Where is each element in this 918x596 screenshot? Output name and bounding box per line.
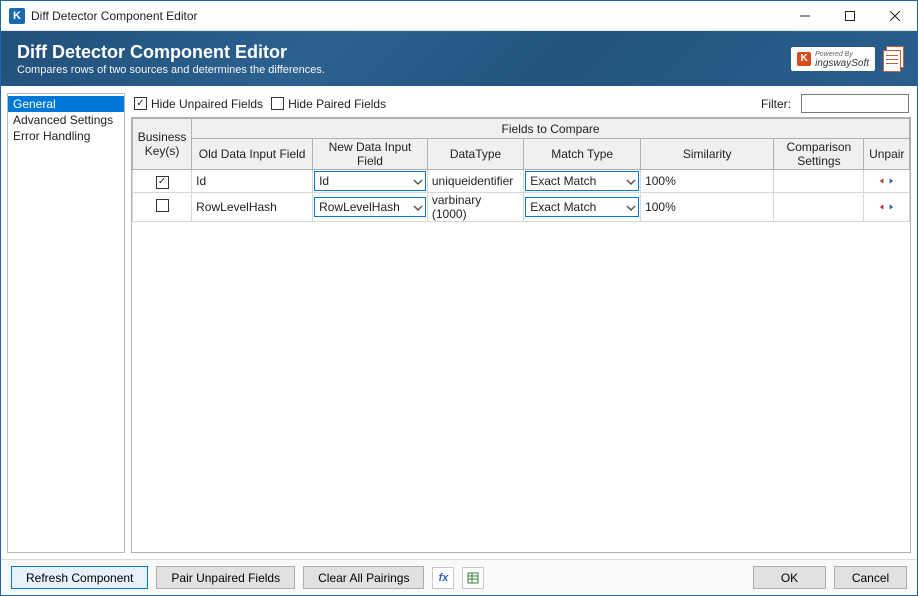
titlebar: K Diff Detector Component Editor bbox=[1, 1, 917, 31]
close-button[interactable] bbox=[872, 1, 917, 31]
checkbox-icon bbox=[134, 97, 147, 110]
header-banner: Diff Detector Component Editor Compares … bbox=[1, 31, 917, 86]
dropdown-value: Exact Match bbox=[530, 174, 596, 188]
ok-button[interactable]: OK bbox=[753, 566, 826, 589]
match-type-dropdown[interactable]: Exact Match bbox=[525, 197, 639, 217]
hide-unpaired-label: Hide Unpaired Fields bbox=[151, 97, 263, 111]
grid-icon bbox=[467, 572, 479, 584]
col-old-field[interactable]: Old Data Input Field bbox=[192, 139, 313, 170]
footer: Refresh Component Pair Unpaired Fields C… bbox=[1, 559, 917, 595]
side-item-error-handling[interactable]: Error Handling bbox=[8, 128, 124, 144]
main-panel: Hide Unpaired Fields Hide Paired Fields … bbox=[131, 93, 911, 553]
unpair-button[interactable] bbox=[879, 177, 894, 185]
maximize-button[interactable] bbox=[827, 1, 872, 31]
col-group-fields-to-compare: Fields to Compare bbox=[192, 119, 910, 139]
cell-old-field: RowLevelHash bbox=[192, 193, 313, 222]
expression-fx-button[interactable]: fx bbox=[432, 567, 454, 589]
refresh-component-button[interactable]: Refresh Component bbox=[11, 566, 148, 589]
properties-button[interactable] bbox=[462, 567, 484, 589]
vendor-name: ingswaySoft bbox=[815, 59, 869, 68]
pair-unpaired-fields-button[interactable]: Pair Unpaired Fields bbox=[156, 566, 295, 589]
clear-all-pairings-button[interactable]: Clear All Pairings bbox=[303, 566, 424, 589]
cell-similarity: 100% bbox=[641, 170, 774, 193]
chevron-down-icon bbox=[413, 176, 423, 186]
chevron-down-icon bbox=[626, 176, 636, 186]
body: General Advanced Settings Error Handling… bbox=[1, 86, 917, 559]
filter-input[interactable] bbox=[801, 94, 909, 113]
toolbar: Hide Unpaired Fields Hide Paired Fields … bbox=[131, 93, 911, 117]
match-type-dropdown[interactable]: Exact Match bbox=[525, 171, 639, 191]
cancel-button[interactable]: Cancel bbox=[834, 566, 907, 589]
table-row: RowLevelHash RowLevelHash varbinary (100… bbox=[133, 193, 910, 222]
unpair-button[interactable] bbox=[879, 203, 894, 211]
banner-title: Diff Detector Component Editor bbox=[17, 42, 325, 63]
minimize-button[interactable] bbox=[782, 1, 827, 31]
col-new-field[interactable]: New Data Input Field bbox=[313, 139, 428, 170]
side-item-general[interactable]: General bbox=[8, 96, 124, 112]
dropdown-value: RowLevelHash bbox=[319, 200, 400, 214]
table-row: Id Id uniqueidentifier Exact Match 100% bbox=[133, 170, 910, 193]
cell-comparison-settings bbox=[774, 170, 864, 193]
hide-paired-label: Hide Paired Fields bbox=[288, 97, 386, 111]
cell-similarity: 100% bbox=[641, 193, 774, 222]
chevron-down-icon bbox=[413, 202, 423, 212]
cell-old-field: Id bbox=[192, 170, 313, 193]
vendor-logo: K Powered ByingswaySoft bbox=[791, 47, 875, 71]
new-field-dropdown[interactable]: RowLevelHash bbox=[314, 197, 426, 217]
dropdown-value: Id bbox=[319, 174, 329, 188]
side-nav: General Advanced Settings Error Handling bbox=[7, 93, 125, 553]
col-comparison-settings[interactable]: Comparison Settings bbox=[774, 139, 864, 170]
hide-unpaired-fields-checkbox[interactable]: Hide Unpaired Fields bbox=[133, 96, 264, 112]
filter-label: Filter: bbox=[761, 97, 791, 111]
document-icon bbox=[883, 46, 905, 72]
business-key-checkbox[interactable] bbox=[156, 176, 169, 189]
app-icon: K bbox=[9, 8, 25, 24]
cell-datatype: varbinary (1000) bbox=[427, 193, 523, 222]
banner-subtitle: Compares rows of two sources and determi… bbox=[17, 64, 325, 76]
business-key-checkbox[interactable] bbox=[156, 199, 169, 212]
hide-paired-fields-checkbox[interactable]: Hide Paired Fields bbox=[270, 96, 387, 112]
fields-grid: Business Key(s) Fields to Compare Old Da… bbox=[131, 117, 911, 553]
col-unpair[interactable]: Unpair bbox=[864, 139, 910, 170]
new-field-dropdown[interactable]: Id bbox=[314, 171, 426, 191]
col-match-type[interactable]: Match Type bbox=[524, 139, 641, 170]
col-business-keys[interactable]: Business Key(s) bbox=[133, 119, 192, 170]
dropdown-value: Exact Match bbox=[530, 200, 596, 214]
cell-comparison-settings bbox=[774, 193, 864, 222]
checkbox-icon bbox=[271, 97, 284, 110]
col-datatype[interactable]: DataType bbox=[427, 139, 523, 170]
chevron-down-icon bbox=[626, 202, 636, 212]
window-title: Diff Detector Component Editor bbox=[31, 9, 198, 23]
cell-datatype: uniqueidentifier bbox=[427, 170, 523, 193]
side-item-advanced-settings[interactable]: Advanced Settings bbox=[8, 112, 124, 128]
window: K Diff Detector Component Editor Diff De… bbox=[0, 0, 918, 596]
col-similarity[interactable]: Similarity bbox=[641, 139, 774, 170]
fx-icon: fx bbox=[439, 572, 449, 584]
